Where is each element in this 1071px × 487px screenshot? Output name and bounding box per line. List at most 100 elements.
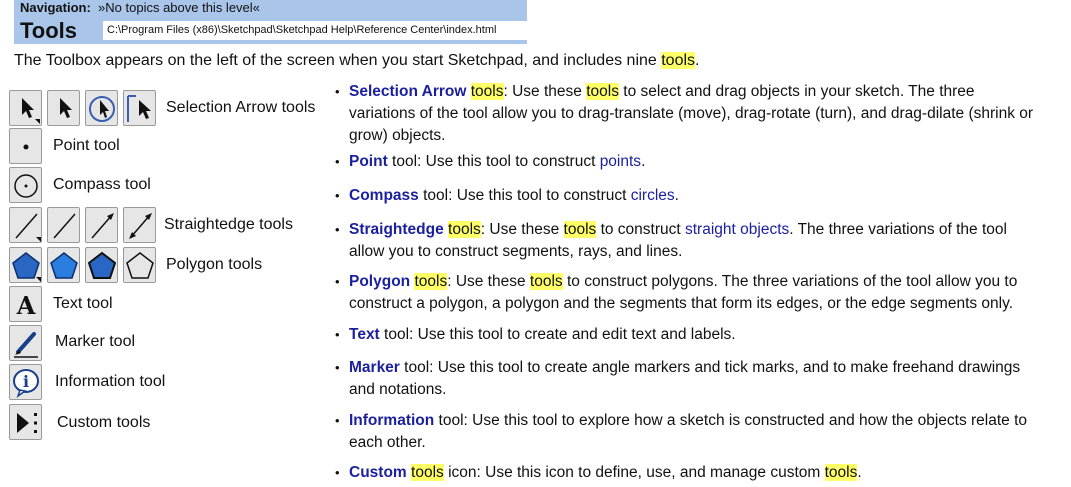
page-title: Tools (20, 18, 78, 43)
tool-name: Compass (349, 187, 419, 204)
text: tool: Use this tool to construct (418, 187, 631, 204)
toolbox-label-point: Point tool (53, 137, 120, 154)
bullet: • (335, 327, 340, 342)
toolbox-label-polygon: Polygon tools (166, 256, 263, 273)
arrow-icon (22, 98, 40, 124)
text: . (857, 464, 862, 481)
polygon-filled-button[interactable] (85, 247, 118, 283)
text: . (641, 153, 646, 170)
tool-name: Custom (349, 464, 407, 481)
highlight: tools (586, 83, 619, 100)
toolbox-label-text: Text tool (53, 295, 113, 312)
highlight: tools (448, 221, 481, 238)
intro-highlight: tools (661, 52, 696, 69)
information-tool-button[interactable]: i (9, 364, 42, 400)
segment-variant-button[interactable] (47, 207, 80, 243)
toolbox-label-marker: Marker tool (55, 333, 136, 350)
points-link[interactable]: points (600, 153, 641, 170)
toolbox-label-straightedge: Straightedge tools (164, 216, 293, 233)
intro-text: The Toolbox appears on the left of the s… (14, 51, 699, 71)
tool-name: Selection Arrow (349, 83, 467, 100)
navigation-line: Navigation: »No topics above this level« (20, 0, 260, 15)
tool-name: Point (349, 153, 388, 170)
segment-icon (15, 213, 41, 242)
straight-objects-link[interactable]: straight objects (685, 221, 789, 238)
selection-arrow-button[interactable] (47, 90, 80, 126)
highlight: tools (529, 273, 563, 290)
text-tool-button[interactable]: A (9, 286, 42, 322)
text: . (674, 187, 679, 204)
bullet: • (335, 188, 340, 203)
highlight: tools (470, 83, 504, 100)
selection-translate-button[interactable] (9, 90, 42, 126)
intro-after: . (695, 52, 700, 69)
text: and notations. (349, 381, 447, 398)
tool-name: Marker (349, 359, 400, 376)
bullet: • (335, 154, 340, 169)
intro-before: The Toolbox appears on the left of the s… (14, 52, 662, 69)
rotate-arrow-icon (89, 96, 115, 122)
selection-rotate-button[interactable] (85, 90, 118, 126)
polygon-icon (87, 251, 117, 279)
polygon-edges-button[interactable] (47, 247, 80, 283)
text: construct a polygon, a polygon and the s… (349, 295, 1014, 312)
marker-tool-button[interactable] (9, 325, 42, 361)
bullet: • (335, 222, 340, 237)
segment-tool-button[interactable] (9, 207, 42, 243)
marker-pen-icon (14, 332, 38, 358)
text-a-icon: A (16, 291, 36, 320)
text: : Use these (503, 83, 587, 100)
bullet: • (335, 274, 340, 289)
bullet: • (335, 413, 340, 428)
polygon-outline-icon (126, 252, 154, 279)
file-path: C:\Program Files (x86)\Sketchpad\Sketchp… (103, 21, 533, 40)
text: each other. (349, 434, 426, 451)
line-icon (129, 213, 152, 239)
text: allow you to construct segments, rays, a… (349, 243, 683, 260)
navigation-link[interactable]: »No topics above this level« (98, 0, 260, 15)
information-icon: i (13, 369, 39, 398)
toolbox: Selection Arrow tools Point tool Compass… (7, 90, 315, 444)
point-tool-button[interactable] (9, 128, 42, 164)
tool-name: Polygon (349, 273, 411, 290)
text: to construct (596, 221, 685, 238)
toolbox-label-information: Information tool (55, 373, 166, 390)
highlight: tools (563, 221, 597, 238)
bullet: • (335, 84, 340, 99)
polygon-tool-button[interactable] (9, 247, 42, 283)
bullet: • (335, 360, 340, 375)
tool-name: Text (349, 326, 380, 343)
text: : Use these (480, 221, 564, 238)
custom-tools-button[interactable] (9, 404, 42, 440)
selection-dilate-button[interactable] (123, 90, 156, 126)
help-header: Navigation: »No topics above this level«… (14, 0, 533, 44)
text: . The three variations of the tool (789, 221, 1007, 238)
polygon-outline-button[interactable] (123, 247, 156, 283)
dilate-arrow-icon (127, 95, 151, 122)
toolbox-label-compass: Compass tool (53, 176, 151, 193)
text: grow) objects. (349, 127, 446, 144)
compass-tool-button[interactable] (9, 167, 42, 203)
point-icon (23, 144, 29, 150)
text: tool: Use this tool to explore how a ske… (434, 412, 1028, 429)
highlight: tools (824, 464, 858, 481)
circles-link[interactable]: circles (631, 187, 675, 204)
title-row: Tools C:\Program Files (x86)\Sketchpad\S… (14, 17, 533, 44)
highlight: tools (411, 464, 444, 481)
text: tool: Use this tool to create angle mark… (399, 359, 1021, 376)
toolbox-label-selection: Selection Arrow tools (166, 99, 316, 116)
ray-tool-button[interactable] (85, 207, 118, 243)
line-tool-button[interactable] (123, 207, 156, 243)
tool-name: Straightedge (349, 221, 444, 238)
text: to select and drag objects in your sketc… (618, 83, 975, 100)
svg-text:i: i (23, 372, 29, 391)
text: tool: Use this tool to create and edit t… (379, 326, 736, 343)
polygon-icon (12, 252, 41, 282)
custom-tools-icon (17, 413, 37, 433)
text: variations of the tool allow you to drag… (349, 105, 1034, 122)
highlight: tools (414, 273, 448, 290)
toolbox-label-custom: Custom tools (57, 414, 151, 431)
bullet: • (335, 465, 340, 480)
segment-icon (53, 213, 76, 239)
navigation-label: Navigation: (20, 0, 91, 15)
